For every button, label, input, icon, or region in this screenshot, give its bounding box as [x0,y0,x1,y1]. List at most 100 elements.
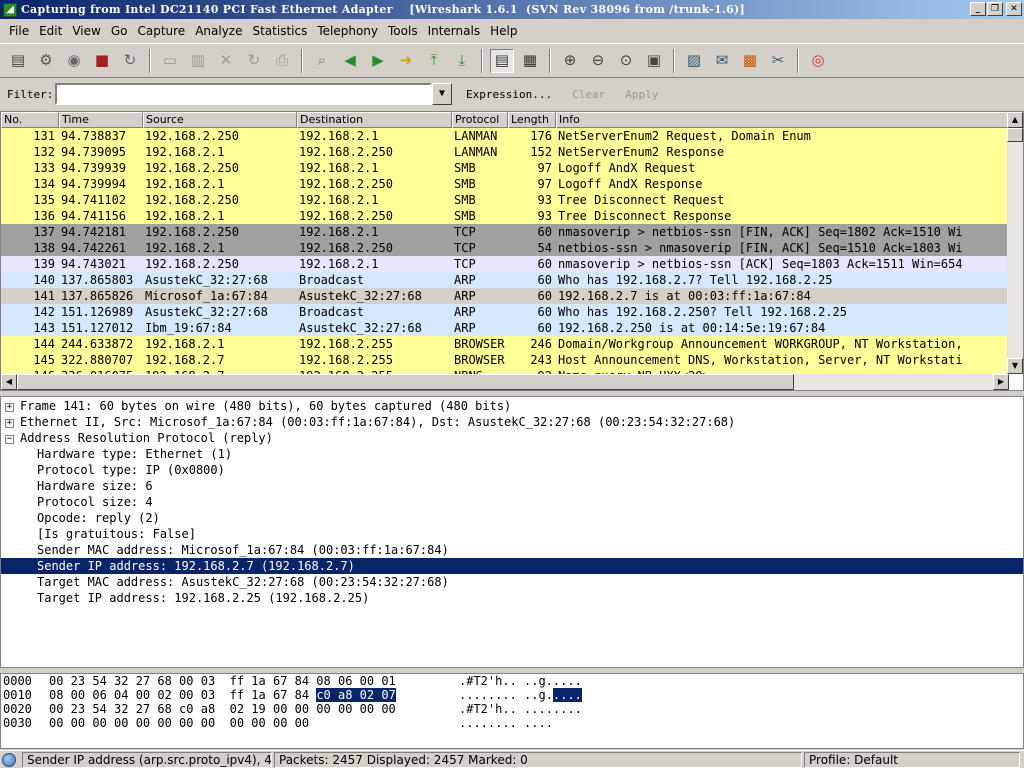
table-row[interactable]: 132 94.739095 192.168.2.1 192.168.2.250 LANM… [1,144,1009,160]
table-row[interactable]: 143 151.127012 Ibm_19:67:84 AsustekC_32:27:… [1,320,1009,336]
detail-tree-item[interactable]: Target MAC address: AsustekC_32:27:68 (0… [1,574,1023,590]
collapse-icon[interactable]: − [5,435,14,444]
table-row[interactable]: 136 94.741156 192.168.2.1 192.168.2.250 SMB 9… [1,208,1009,224]
table-row[interactable]: 140 137.865803 AsustekC_32:27:68 Broadcast A… [1,272,1009,288]
restart-capture-icon[interactable]: ↻ [118,49,142,73]
menu-tools[interactable]: Tools [383,24,423,38]
menu-file[interactable]: File [4,24,34,38]
detail-tree-item[interactable]: Hardware size: 6 [1,478,1023,494]
table-row[interactable]: 142 151.126989 AsustekC_32:27:68 Broadcast A… [1,304,1009,320]
menu-telephony[interactable]: Telephony [312,24,383,38]
auto-scroll-icon[interactable]: ▦ [518,49,542,73]
table-row[interactable]: 135 94.741102 192.168.2.250 192.168.2.1 SMB 9… [1,192,1009,208]
open-file-icon[interactable]: ▭ [158,49,182,73]
close-button[interactable]: ✕ [1006,2,1022,16]
restore-button[interactable]: ❐ [987,2,1003,16]
detail-tree-item[interactable]: Protocol size: 4 [1,494,1023,510]
scroll-right-icon[interactable]: ▶ [993,374,1009,390]
column-header-no[interactable]: No. [1,112,59,128]
menu-edit[interactable]: Edit [34,24,67,38]
table-row[interactable]: 137 94.742181 192.168.2.250 192.168.2.1 TCP 6… [1,224,1009,240]
packet-list-vscrollbar[interactable]: ▲ ▼ [1007,112,1023,374]
scroll-down-icon[interactable]: ▼ [1007,358,1023,374]
detail-tree-item[interactable]: Hardware type: Ethernet (1) [1,446,1023,462]
table-row[interactable]: 139 94.743021 192.168.2.250 192.168.2.1 TCP 6… [1,256,1009,272]
detail-tree-item[interactable]: Sender MAC address: Microsof_1a:67:84 (0… [1,542,1023,558]
expand-icon[interactable]: + [5,403,14,412]
menu-statistics[interactable]: Statistics [247,24,312,38]
hex-line[interactable]: 0000 00 23 54 32 27 68 00 03 ff 1a 67 84 … [1,674,1023,688]
save-file-icon[interactable]: ▥ [186,49,210,73]
hscroll-thumb[interactable] [17,374,794,390]
go-first-icon[interactable]: ⤒ [422,49,446,73]
go-back-icon[interactable]: ◀ [338,49,362,73]
column-header-source[interactable]: Source [143,112,297,128]
go-to-packet-icon[interactable]: ➜ [394,49,418,73]
detail-tree-item[interactable]: Opcode: reply (2) [1,510,1023,526]
hex-line[interactable]: 0010 08 00 06 04 00 02 00 03 ff 1a 67 84 … [1,688,1023,702]
table-row[interactable]: 134 94.739994 192.168.2.1 192.168.2.250 SMB 9… [1,176,1009,192]
resize-columns-icon[interactable]: ▣ [642,49,666,73]
scroll-left-icon[interactable]: ◀ [1,374,17,390]
find-packet-icon[interactable]: ⌕ [310,49,334,73]
table-row[interactable]: 144 244.633872 192.168.2.1 192.168.2.255 BRO… [1,336,1009,352]
reload-icon[interactable]: ↻ [242,49,266,73]
detail-tree-item[interactable]: Sender IP address: 192.168.2.7 (192.168.… [1,558,1023,574]
minimize-button[interactable]: _ [970,2,986,16]
menu-view[interactable]: View [67,24,105,38]
detail-tree-item[interactable]: + Ethernet II, Src: Microsof_1a:67:84 (00… [1,414,1023,430]
column-header-protocol[interactable]: Protocol [452,112,508,128]
column-header-info[interactable]: Info [556,112,1008,128]
vscroll-thumb[interactable] [1007,128,1023,142]
go-last-icon[interactable]: ⤓ [450,49,474,73]
menu-go[interactable]: Go [106,24,133,38]
menu-analyze[interactable]: Analyze [190,24,247,38]
menu-help[interactable]: Help [485,24,522,38]
stop-capture-icon[interactable]: ■ [90,49,114,73]
clear-button[interactable]: Clear [566,88,611,101]
table-row[interactable]: 141 137.865826 Microsof_1a:67:84 AsustekC_3… [1,288,1009,304]
help-icon[interactable]: ◎ [806,49,830,73]
column-header-length[interactable]: Length [508,112,556,128]
zoom-out-icon[interactable]: ⊖ [586,49,610,73]
hex-offset: 0010 [3,688,32,702]
menu-capture[interactable]: Capture [132,24,190,38]
normal-size-icon[interactable]: ⊙ [614,49,638,73]
status-profile[interactable]: Profile: Default [804,751,1020,768]
hex-line[interactable]: 0020 00 23 54 32 27 68 c0 a8 02 19 00 00 … [1,702,1023,716]
close-file-icon[interactable]: ✕ [214,49,238,73]
preferences-icon[interactable]: ✂ [766,49,790,73]
hex-line[interactable]: 0030 00 00 00 00 00 00 00 00 00 00 00 00.… [1,716,1023,730]
packet-list-hscrollbar[interactable]: ◀ ▶ [1,374,1009,390]
table-row[interactable]: 145 322.880707 192.168.2.7 192.168.2.255 BRO… [1,352,1009,368]
menu-internals[interactable]: Internals [423,24,486,38]
interfaces-icon[interactable]: ▤ [6,49,30,73]
capture-options-icon[interactable]: ⚙ [34,49,58,73]
expand-icon[interactable]: + [5,419,14,428]
detail-tree-item[interactable]: Protocol type: IP (0x0800) [1,462,1023,478]
detail-tree-item[interactable]: [Is gratuitous: False] [1,526,1023,542]
colorize-icon[interactable]: ▤ [490,48,514,73]
table-row[interactable]: 133 94.739939 192.168.2.250 192.168.2.1 SMB 9… [1,160,1009,176]
start-capture-icon[interactable]: ◉ [62,49,86,73]
table-row[interactable]: 131 94.738837 192.168.2.250 192.168.2.1 LANM… [1,128,1009,144]
display-filters-icon[interactable]: ✉ [710,49,734,73]
scroll-up-icon[interactable]: ▲ [1007,112,1023,128]
filter-dropdown-button[interactable]: ▼ [432,83,452,105]
detail-tree-item[interactable]: + Frame 141: 60 bytes on wire (480 bits),… [1,398,1023,414]
table-row[interactable]: 138 94.742261 192.168.2.1 192.168.2.250 TCP 5… [1,240,1009,256]
column-header-destination[interactable]: Destination [297,112,452,128]
detail-tree-item[interactable]: − Address Resolution Protocol (reply) [1,430,1023,446]
filter-input[interactable] [55,83,432,105]
expert-info-icon[interactable] [2,752,16,767]
coloring-rules-icon[interactable]: ▩ [738,49,762,73]
column-header-time[interactable]: Time [59,112,143,128]
go-forward-icon[interactable]: ▶ [366,49,390,73]
expression-button[interactable]: Expression... [460,88,558,101]
capture-filters-icon[interactable]: ▨ [682,49,706,73]
print-icon[interactable]: ⎙ [270,49,294,73]
zoom-in-icon[interactable]: ⊕ [558,49,582,73]
cell-dst: 192.168.2.1 [299,193,379,207]
apply-button[interactable]: Apply [619,88,664,101]
detail-tree-item[interactable]: Target IP address: 192.168.2.25 (192.168… [1,590,1023,606]
